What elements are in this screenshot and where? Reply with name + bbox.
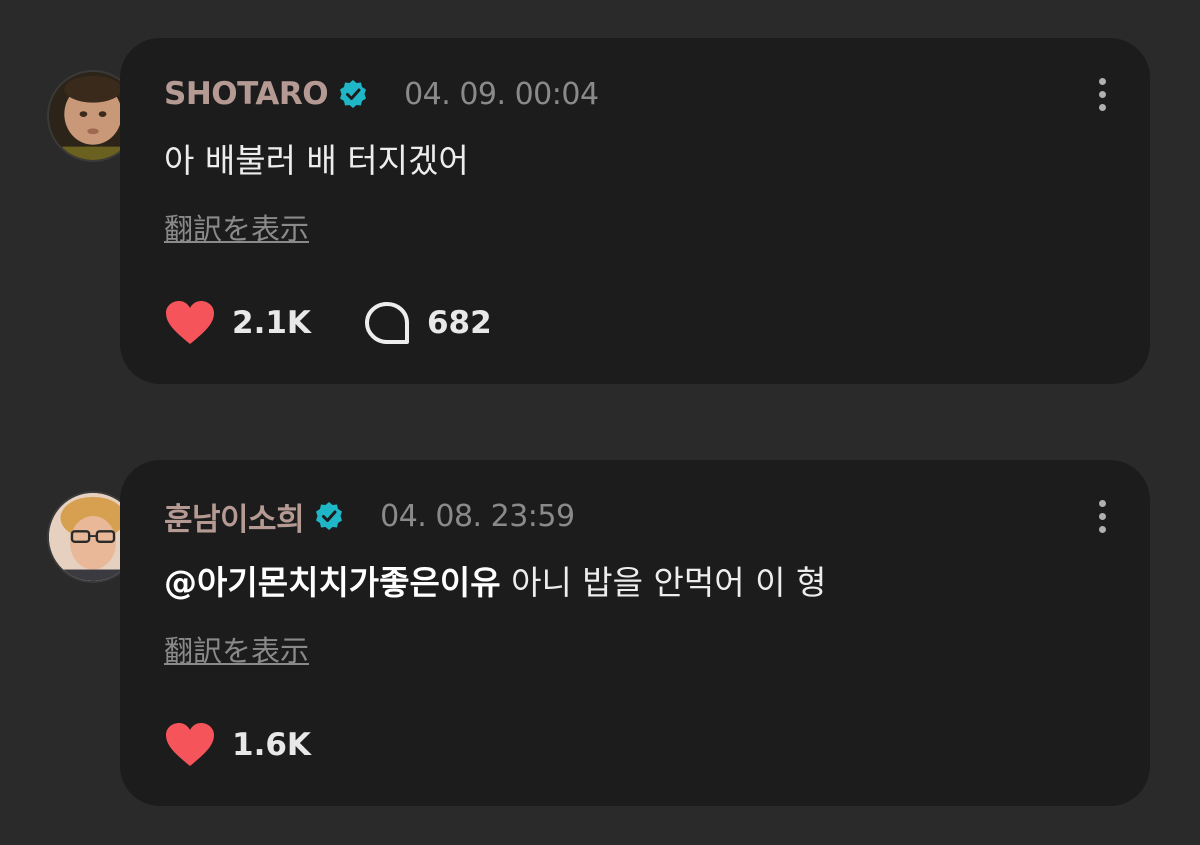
- translate-link[interactable]: 翻訳を表示: [164, 206, 309, 248]
- username[interactable]: 훈남이소희: [164, 494, 305, 539]
- heart-icon[interactable]: [164, 722, 216, 768]
- comment-text: @아기몬치치가좋은이유 아니 밥을 안먹어 이 형: [164, 556, 826, 604]
- comment-actions: 2.1K 682: [164, 300, 492, 346]
- verified-icon: [340, 80, 367, 108]
- comment-header: 훈남이소희 04. 08. 23:59: [164, 494, 575, 539]
- comment-count: 682: [426, 305, 492, 341]
- heart-icon[interactable]: [164, 300, 216, 346]
- comment-body: 아니 밥을 안먹어 이 형: [500, 563, 827, 602]
- comment-body: 아 배불러 배 터지겠어: [164, 141, 469, 180]
- username[interactable]: SHOTARO: [164, 76, 329, 112]
- comment-header: SHOTARO 04. 09. 00:04: [164, 74, 599, 114]
- comment-actions: 1.6K: [164, 722, 311, 768]
- more-icon[interactable]: [1094, 78, 1110, 114]
- mention[interactable]: @아기몬치치가좋은이유: [164, 563, 501, 602]
- timestamp: 04. 08. 23:59: [380, 498, 575, 534]
- comment-text: 아 배불러 배 터지겠어: [164, 134, 469, 182]
- verified-icon: [316, 502, 343, 530]
- comment-card: SHOTARO 04. 09. 00:04 아 배불러 배 터지겠어 翻訳を表示…: [120, 38, 1150, 384]
- translate-link[interactable]: 翻訳を表示: [164, 628, 309, 670]
- more-icon[interactable]: [1094, 500, 1110, 536]
- comment-icon[interactable]: [363, 300, 411, 346]
- comment-card: 훈남이소희 04. 08. 23:59 @아기몬치치가좋은이유 아니 밥을 안먹…: [120, 460, 1150, 806]
- like-count: 2.1K: [232, 305, 311, 341]
- timestamp: 04. 09. 00:04: [404, 76, 599, 112]
- like-count: 1.6K: [232, 727, 311, 763]
